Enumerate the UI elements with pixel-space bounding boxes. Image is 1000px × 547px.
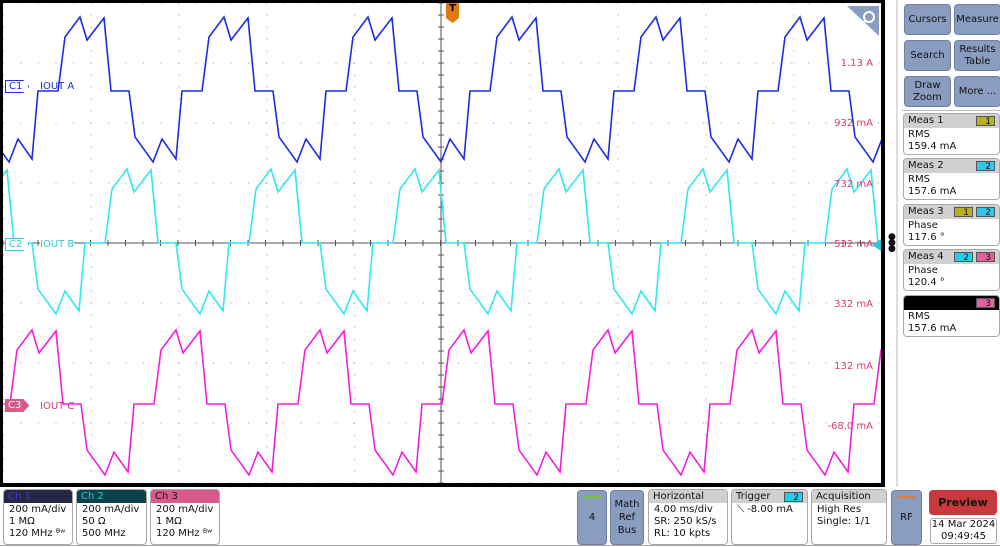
- channel-3-label: IOUT C: [40, 401, 75, 412]
- channel-2-badge[interactable]: Ch 2 200 mA/div 50 Ω 500 MHz: [76, 489, 147, 545]
- source-badge: 1: [954, 207, 973, 218]
- measurement-2[interactable]: Meas 2 2 RMS 157.6 mA: [903, 158, 1000, 200]
- channel-2-label: IOUT B: [40, 239, 75, 250]
- acquisition-title: Acquisition: [812, 490, 886, 503]
- more-options-icon[interactable]: ● ● ●: [888, 233, 896, 254]
- rf-color-bar: [898, 496, 916, 498]
- source-badge: 2: [976, 161, 995, 172]
- measurement-value: 117.6 °: [908, 232, 945, 243]
- measurement-title: Meas 2: [908, 160, 944, 171]
- trigger-level-arrow-icon[interactable]: [872, 239, 881, 251]
- acquisition-badge[interactable]: Acquisition High Res Single: 1/1: [811, 489, 887, 545]
- acquisition-count: Single: 1/1: [817, 516, 871, 527]
- rf-label: RF: [900, 512, 913, 523]
- channel-2-scale: 200 mA/div: [82, 504, 140, 515]
- divider: [0, 545, 1000, 546]
- divider: [902, 110, 1000, 111]
- trigger-level: -8.00 mA: [747, 504, 793, 515]
- acquisition-mode: High Res: [817, 504, 862, 515]
- trigger-badge[interactable]: Trigger 2 ⟍ -8.00 mA: [731, 489, 808, 545]
- scale-label: 732 mA: [834, 179, 873, 190]
- scale-label: 132 mA: [834, 361, 873, 372]
- side-panel: Cursors Measure Search Results Table Dra…: [896, 0, 1000, 487]
- measurement-4[interactable]: Meas 4 3 2 Phase 120.4 °: [903, 249, 1000, 291]
- cursors-button[interactable]: Cursors: [904, 4, 951, 35]
- preview-button[interactable]: Preview: [929, 490, 997, 515]
- channel-1-label: IOUT A: [40, 81, 75, 92]
- waveform-c3: [3, 328, 881, 477]
- measurement-title: Meas 4: [908, 251, 944, 262]
- channel-1-badge[interactable]: Ch 1 200 mA/div 1 MΩ 120 MHz ᴮʷ: [3, 489, 73, 545]
- channel-4-color-bar: [584, 496, 601, 498]
- falling-edge-icon: ⟍: [737, 504, 744, 515]
- channel-3-bandwidth: 120 MHz ᴮʷ: [156, 528, 213, 539]
- measurement-type: Phase: [908, 220, 938, 231]
- date: 14 Mar 2024: [931, 519, 996, 530]
- channel-2-title: Ch 2: [77, 490, 146, 503]
- channel-1-bandwidth: 120 MHz ᴮʷ: [9, 528, 66, 539]
- rf-button[interactable]: RF: [891, 490, 922, 545]
- measurement-3[interactable]: Meas 3 2 1 Phase 117.6 °: [903, 204, 1000, 246]
- scale-label: -68.0 mA: [827, 421, 873, 432]
- measurement-type: Phase: [908, 265, 938, 276]
- date-time-display[interactable]: 14 Mar 2024 09:49:45: [930, 518, 997, 544]
- measurement-type: RMS: [908, 174, 930, 185]
- horizontal-title: Horizontal: [649, 490, 727, 503]
- measurement-5[interactable]: 3 RMS 157.6 mA: [903, 295, 1000, 337]
- source-badge: 1: [976, 116, 995, 127]
- waveform-canvas[interactable]: [3, 3, 881, 483]
- math-ref-bus-button[interactable]: Math Ref Bus: [610, 490, 644, 545]
- channel-3-badge[interactable]: Ch 3 200 mA/div 1 MΩ 120 MHz ᴮʷ: [150, 489, 220, 545]
- trigger-source-badge: 2: [784, 492, 803, 503]
- scale-label: 532 mA: [834, 239, 873, 250]
- add-channel-4-button[interactable]: 4: [577, 490, 607, 545]
- time: 09:49:45: [941, 531, 986, 542]
- record-length: RL: 10 kpts: [654, 528, 711, 539]
- sample-rate: SR: 250 kS/s: [654, 516, 717, 527]
- measurement-value: 157.6 mA: [908, 323, 957, 334]
- channel-4-label: 4: [588, 512, 596, 523]
- trigger-title: Trigger: [736, 491, 771, 502]
- scale-label: 1.13 A: [840, 58, 873, 69]
- measurement-type: RMS: [908, 311, 930, 322]
- channel-3-title: Ch 3: [151, 490, 219, 503]
- channel-2-bandwidth: 500 MHz: [82, 528, 126, 539]
- channel-1-title: Ch 1: [4, 490, 72, 503]
- source-badge: 2: [976, 207, 995, 218]
- more-button[interactable]: More ...: [954, 76, 1000, 107]
- horizontal-badge[interactable]: Horizontal 4.00 ms/div SR: 250 kS/s RL: 10…: [648, 489, 728, 545]
- draw-zoom-button[interactable]: Draw Zoom: [904, 76, 951, 107]
- measurement-type: RMS: [908, 129, 930, 140]
- measurement-value: 157.6 mA: [908, 186, 957, 197]
- channel-1-scale: 200 mA/div: [9, 504, 67, 515]
- scale-label: 332 mA: [834, 299, 873, 310]
- measurement-value: 120.4 °: [908, 277, 945, 288]
- measurement-title: Meas 3: [908, 206, 944, 217]
- waveform-display[interactable]: 1.13 A 932 mA 732 mA 532 mA 332 mA 132 m…: [0, 0, 885, 487]
- source-badge: 3: [976, 252, 995, 263]
- source-badge: 3: [976, 298, 995, 309]
- channel-1-impedance: 1 MΩ: [9, 516, 35, 527]
- horizontal-scale: 4.00 ms/div: [654, 504, 713, 515]
- channel-2-impedance: 50 Ω: [82, 516, 106, 527]
- measure-button[interactable]: Measure: [954, 4, 1000, 35]
- waveform-c2: [3, 167, 881, 316]
- results-table-button[interactable]: Results Table: [954, 40, 1000, 71]
- scale-label: 932 mA: [834, 118, 873, 129]
- measurement-1[interactable]: Meas 1 1 RMS 159.4 mA: [903, 113, 1000, 155]
- measurement-value: 159.4 mA: [908, 141, 957, 152]
- channel-3-scale: 200 mA/div: [156, 504, 214, 515]
- measurement-title: Meas 1: [908, 115, 944, 126]
- channel-3-impedance: 1 MΩ: [156, 516, 182, 527]
- search-button[interactable]: Search: [904, 40, 951, 71]
- source-badge: 2: [954, 252, 973, 263]
